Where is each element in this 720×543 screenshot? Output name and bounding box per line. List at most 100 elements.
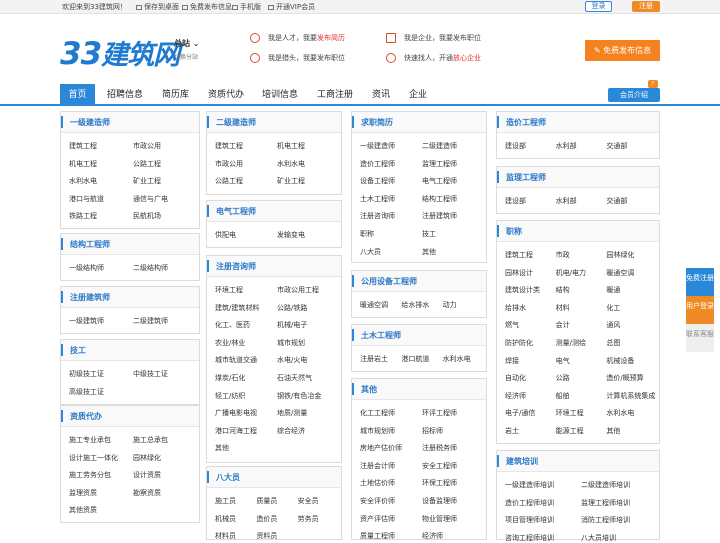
category-link[interactable]: 消防工程师培训	[581, 515, 630, 525]
category-title[interactable]: 求职简历	[361, 117, 393, 128]
category-link[interactable]: 综合经济	[277, 426, 305, 436]
category-link[interactable]: 水利水电	[443, 354, 471, 364]
category-link[interactable]: 机械员	[215, 514, 236, 524]
category-link[interactable]: 水利部	[556, 141, 577, 151]
register-button[interactable]: 注册	[632, 1, 660, 12]
category-link[interactable]: 测量/测绘	[556, 338, 586, 348]
category-link[interactable]: 经济师	[505, 391, 526, 401]
category-link[interactable]: 供配电	[215, 230, 236, 240]
category-title[interactable]: 造价工程师	[506, 117, 546, 128]
category-link[interactable]: 咨询工程师培训	[505, 533, 554, 543]
nav-companies[interactable]: 企业	[403, 84, 433, 106]
category-link[interactable]: 造价员	[256, 514, 277, 524]
category-link[interactable]: 土地估价师	[360, 478, 395, 488]
category-link[interactable]: 结构	[556, 285, 570, 295]
category-link[interactable]: 钢铁/有色冶金	[277, 391, 321, 401]
category-link[interactable]: 机电/电力	[556, 268, 586, 278]
promo-talent[interactable]: 我是人才，我要发布简历	[250, 33, 345, 43]
category-link[interactable]: 物业管理师	[422, 514, 457, 524]
category-link[interactable]: 技工	[422, 229, 436, 239]
free-post-link[interactable]: 免费发布信息	[182, 2, 232, 12]
category-link[interactable]: 建设部	[505, 196, 526, 206]
category-link[interactable]: 设计施工一体化	[69, 453, 118, 463]
category-link[interactable]: 结构工程师	[422, 194, 457, 204]
category-link[interactable]: 一级建筑师	[69, 316, 104, 326]
promo-search-link[interactable]: 放心企业	[453, 54, 481, 62]
category-link[interactable]: 公路/铁路	[277, 303, 307, 313]
save-desktop-link[interactable]: 保存到桌面	[136, 2, 179, 12]
nav-jobs[interactable]: 招聘信息	[100, 84, 150, 106]
category-link[interactable]: 施工员	[215, 496, 236, 506]
category-link[interactable]: 水利水电	[69, 176, 97, 186]
category-link[interactable]: 环评工程师	[422, 408, 457, 418]
category-link[interactable]: 其他	[606, 426, 620, 436]
nav-home[interactable]: 首页	[60, 84, 95, 106]
category-title[interactable]: 八大员	[216, 472, 240, 483]
category-title[interactable]: 电气工程师	[216, 206, 256, 217]
nav-qualification[interactable]: 资质代办	[201, 84, 251, 106]
category-link[interactable]: 设计资质	[133, 470, 161, 480]
category-link[interactable]: 建筑工程	[215, 141, 243, 151]
city-selector[interactable]: 总站 ⌄	[174, 38, 200, 49]
category-link[interactable]: 施工劳务分包	[69, 470, 111, 480]
category-link[interactable]: 建设部	[505, 141, 526, 151]
promo-headhunter-link[interactable]: 发布职位	[317, 54, 345, 62]
category-link[interactable]: 监理工程师培训	[581, 498, 630, 508]
category-link[interactable]: 中级技工证	[133, 369, 168, 379]
category-link[interactable]: 建筑设计类	[505, 285, 540, 295]
category-link[interactable]: 港口河海工程	[215, 426, 257, 436]
category-link[interactable]: 招标师	[422, 426, 443, 436]
category-link[interactable]: 电子/通信	[505, 408, 535, 418]
category-link[interactable]: 机电工程	[277, 141, 305, 151]
category-link[interactable]: 造价/概预算	[606, 373, 643, 383]
category-link[interactable]: 水电/火电	[277, 355, 307, 365]
category-link[interactable]: 高级技工证	[69, 387, 104, 397]
category-link[interactable]: 市政公用	[133, 141, 161, 151]
category-link[interactable]: 岩土	[505, 426, 519, 436]
login-button[interactable]: 登录	[585, 1, 612, 12]
category-link[interactable]: 注册岩土	[360, 354, 388, 364]
category-link[interactable]: 矿业工程	[277, 176, 305, 186]
category-link[interactable]: 建筑工程	[505, 250, 533, 260]
category-link[interactable]: 监理资质	[69, 488, 97, 498]
nav-business-registration[interactable]: 工商注册	[310, 84, 360, 106]
mobile-link[interactable]: 手机版	[232, 2, 261, 12]
category-link[interactable]: 城市规划师	[360, 426, 395, 436]
vip-link[interactable]: 开通VIP会员	[268, 2, 315, 12]
sidebar-login[interactable]: 用户登录	[686, 296, 714, 324]
promo-search[interactable]: 快速找人，开通放心企业	[386, 53, 481, 63]
category-link[interactable]: 八大员培训	[581, 533, 616, 543]
category-link[interactable]: 通风	[606, 320, 620, 330]
category-title[interactable]: 结构工程师	[70, 239, 110, 250]
category-link[interactable]: 矿业工程	[133, 176, 161, 186]
category-link[interactable]: 八大员	[360, 247, 381, 257]
category-link[interactable]: 焊接	[505, 356, 519, 366]
category-link[interactable]: 注册会计师	[360, 461, 395, 471]
category-link[interactable]: 会计	[556, 320, 570, 330]
category-link[interactable]: 监理工程师	[422, 159, 457, 169]
category-link[interactable]: 二级建造师培训	[581, 480, 630, 490]
category-link[interactable]: 防护防化	[505, 338, 533, 348]
category-link[interactable]: 注册咨询师	[360, 211, 395, 221]
nav-news[interactable]: 资讯	[366, 84, 396, 106]
category-link[interactable]: 自动化	[505, 373, 526, 383]
category-link[interactable]: 化工、医药	[215, 320, 250, 330]
category-link[interactable]: 环保工程师	[422, 478, 457, 488]
nav-training[interactable]: 培训信息	[255, 84, 305, 106]
category-title[interactable]: 公用设备工程师	[361, 276, 417, 287]
category-link[interactable]: 暖通	[606, 285, 620, 295]
category-link[interactable]: 机电工程	[69, 159, 97, 169]
category-link[interactable]: 计算机系统集成	[606, 391, 655, 401]
category-title[interactable]: 注册咨询师	[216, 261, 256, 272]
category-link[interactable]: 城市轨道交通	[215, 355, 257, 365]
category-link[interactable]: 水利水电	[277, 159, 305, 169]
switch-city-link[interactable]: 切换分站	[174, 52, 198, 61]
category-link[interactable]: 能源工程	[556, 426, 584, 436]
category-title[interactable]: 二级建造师	[216, 117, 256, 128]
category-link[interactable]: 园林设计	[505, 268, 533, 278]
category-link[interactable]: 民航机场	[133, 211, 161, 221]
category-link[interactable]: 船舶	[556, 391, 570, 401]
category-link[interactable]: 交通部	[606, 196, 627, 206]
category-link[interactable]: 电气	[556, 356, 570, 366]
category-link[interactable]: 市政	[556, 250, 570, 260]
